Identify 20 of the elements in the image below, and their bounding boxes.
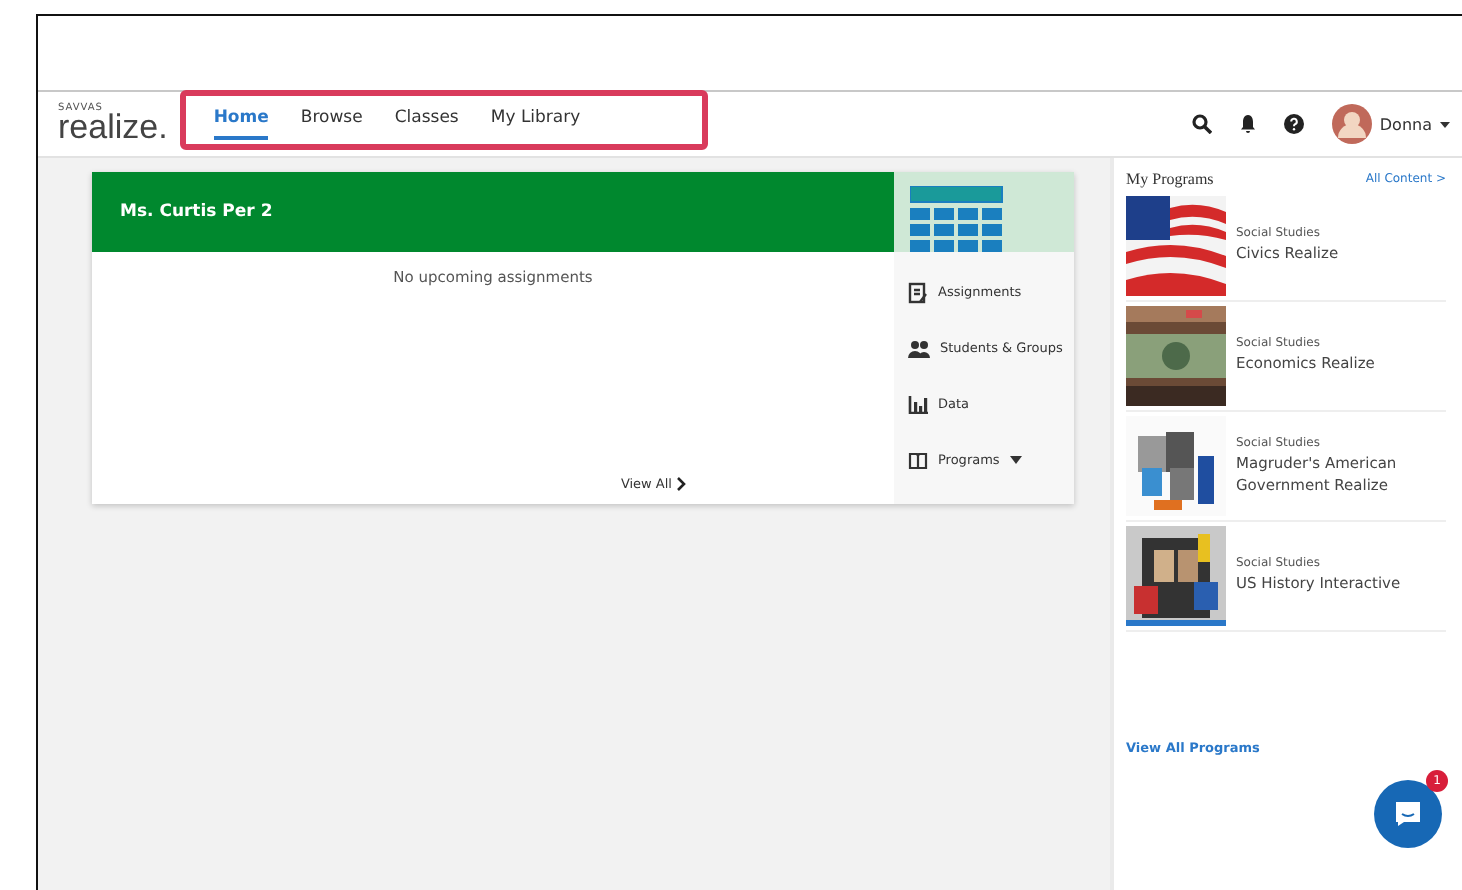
caret-icon[interactable] <box>1440 121 1450 127</box>
bar-chart-icon <box>908 395 928 413</box>
caret-icon <box>1009 456 1022 464</box>
class-title[interactable]: Ms. Curtis Per 2 <box>120 202 273 222</box>
calendar-grid-icon <box>910 186 1004 252</box>
user-name[interactable]: Donna <box>1379 115 1432 133</box>
people-icon <box>908 339 930 357</box>
chevron-right-icon <box>676 476 686 492</box>
nav-tab[interactable]: Browse <box>300 100 363 140</box>
nav-tab[interactable]: Classes <box>394 100 459 140</box>
book-icon <box>908 451 928 469</box>
clipboard-icon <box>908 281 928 303</box>
nav-tab[interactable]: My Library <box>490 100 581 140</box>
avatar[interactable] <box>1331 104 1372 144</box>
bell-icon[interactable] <box>1239 114 1256 134</box>
panel-title: My Programs <box>1126 170 1214 188</box>
nav-tab[interactable]: Home <box>213 100 269 140</box>
chat-icon <box>1394 800 1422 828</box>
search-icon[interactable] <box>1191 114 1212 134</box>
help-icon[interactable] <box>1283 114 1304 134</box>
